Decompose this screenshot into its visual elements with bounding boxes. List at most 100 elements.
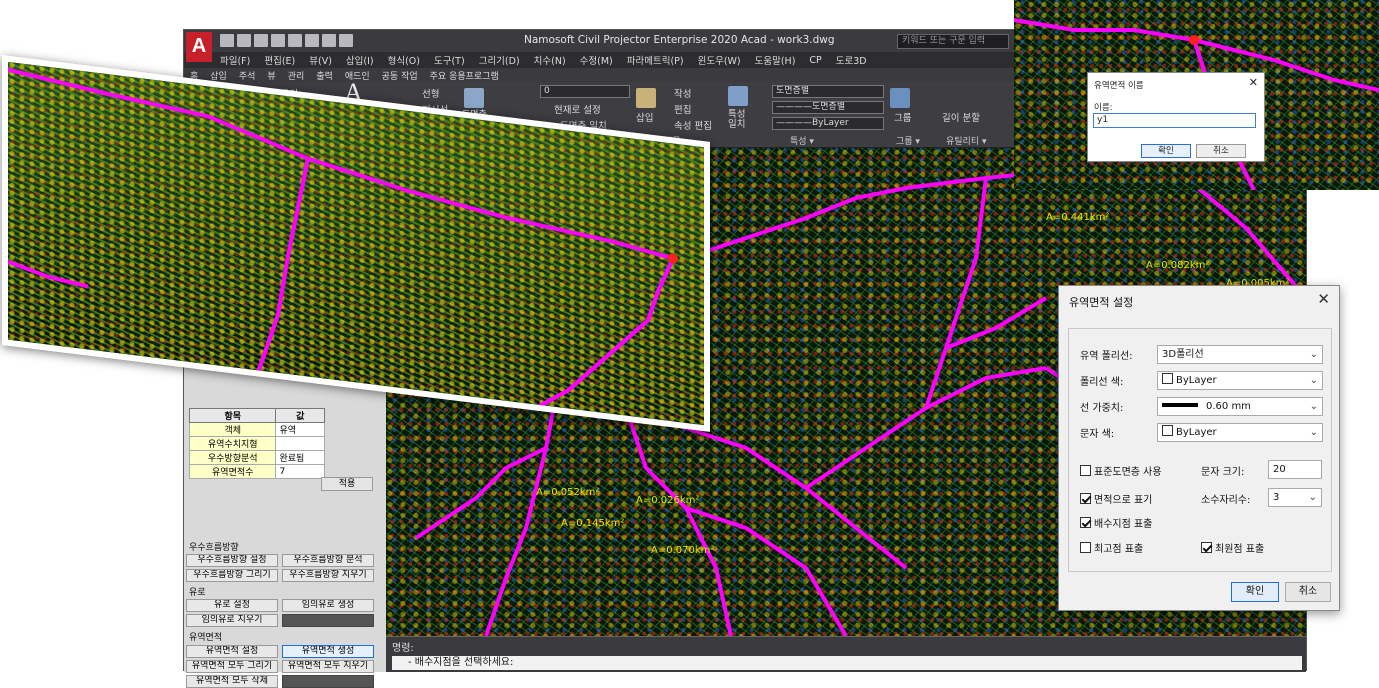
line-tool[interactable]: 선형	[422, 86, 439, 100]
menu-item[interactable]: 형식(O)	[388, 53, 420, 67]
close-icon[interactable]: ✕	[1249, 76, 1258, 89]
property-value[interactable]	[275, 436, 325, 451]
group-icon[interactable]	[890, 88, 910, 108]
ribbon-tab[interactable]: 뷰	[267, 69, 275, 82]
properties-table: 항목 값 객체 유역 유역수치지형 우수방향분석 완료됨 유역면적수 7	[188, 408, 325, 479]
create-block-button[interactable]: 작성	[674, 86, 691, 100]
name-input[interactable]: y1	[1093, 113, 1256, 128]
use-std-layer-checkbox[interactable]: 표준도면층 사용	[1080, 463, 1162, 478]
close-icon[interactable]: ✕	[374, 642, 382, 653]
redo-icon[interactable]	[339, 34, 353, 47]
ribbon-tab[interactable]: 관리	[288, 69, 305, 82]
polyline-color-label: 폴리선 색:	[1080, 377, 1124, 388]
command-input[interactable]: - 배수지점을 선택하세요:	[392, 656, 1302, 670]
new-icon[interactable]	[220, 34, 234, 47]
select-value: ByLayer	[1176, 427, 1217, 438]
show-drain-checkbox[interactable]: 배수지점 표출	[1080, 515, 1152, 530]
app-menu-button[interactable]: A	[186, 32, 212, 62]
area-label: A=0.052km²	[536, 487, 599, 498]
ribbon-tab[interactable]: 삽입	[210, 69, 227, 82]
palette-button[interactable]: 유로 설정	[186, 599, 278, 612]
lineweight-select[interactable]: 0.60 mm ⌄	[1157, 397, 1323, 416]
table-row: 유역면적수 7	[188, 464, 325, 479]
menu-item[interactable]: 삽입(I)	[346, 53, 374, 67]
apply-button[interactable]: 적용	[321, 477, 373, 491]
menu-item[interactable]: CP	[809, 55, 821, 66]
match-properties-icon[interactable]	[728, 86, 748, 106]
layer-properties-icon[interactable]	[464, 88, 484, 108]
color-swatch-icon	[1162, 373, 1173, 384]
group-button[interactable]: 그룹	[894, 110, 911, 124]
close-icon[interactable]: ✕	[1317, 290, 1330, 308]
cancel-button[interactable]: 취소	[1285, 582, 1331, 602]
palette-button[interactable]: 유역면적 모두 그리기	[186, 660, 278, 673]
menu-item[interactable]: 뷰(V)	[309, 53, 332, 67]
polyline-color-select[interactable]: ByLayer ⌄	[1157, 371, 1323, 390]
ok-button[interactable]: 확인	[1231, 582, 1279, 602]
layer-dropdown[interactable]: 0	[540, 85, 630, 98]
menu-item[interactable]: 수정(M)	[580, 53, 613, 67]
save-as-icon[interactable]	[271, 34, 285, 47]
menu-item[interactable]: 파일(F)	[220, 53, 250, 67]
measure-button[interactable]: 길이 분할	[942, 110, 980, 124]
palette-button[interactable]: 우수흐름방향 지우기	[282, 569, 374, 582]
linetype-dropdown[interactable]: ————도면층별	[772, 101, 884, 114]
table-row: 유역수치지형	[188, 436, 325, 451]
lineweight-dropdown[interactable]: ————ByLayer	[772, 117, 884, 130]
ribbon-tab[interactable]: 주요 응용프로그램	[430, 69, 499, 82]
menu-item[interactable]: 파라메트릭(P)	[627, 53, 684, 67]
menu-item[interactable]: 도로3D	[836, 53, 867, 67]
show-high-checkbox[interactable]: 최고점 표출	[1080, 540, 1143, 555]
palette-button[interactable]: 유역면적 모두 삭제	[186, 675, 278, 688]
menu-item[interactable]: 그리기(D)	[479, 53, 520, 67]
text-color-select[interactable]: ByLayer ⌄	[1157, 423, 1323, 442]
palette-button[interactable]: 우수흐름방향 분석	[282, 554, 374, 567]
menu-item[interactable]: 치수(N)	[534, 53, 566, 67]
cancel-button[interactable]: 취소	[1196, 144, 1246, 158]
menu-item[interactable]: 편집(E)	[264, 53, 295, 67]
utility-group-label[interactable]: 유틸리티 ▾	[946, 134, 987, 147]
palette-button[interactable]: 유역면적 모두 지우기	[282, 660, 374, 673]
plot-icon[interactable]	[288, 34, 302, 47]
set-current-button[interactable]: 현재로 설정	[554, 102, 601, 116]
insert-icon[interactable]	[636, 88, 656, 108]
edit-block-button[interactable]: 편집	[674, 102, 691, 116]
polyline-type-select[interactable]: 3D폴리선 ⌄	[1157, 345, 1323, 364]
menu-item[interactable]: 윈도우(W)	[698, 53, 741, 67]
property-value[interactable]: 완료됨	[275, 450, 325, 465]
ribbon-tab[interactable]: 출력	[316, 69, 333, 82]
undo-icon[interactable]	[322, 34, 336, 47]
palette-button[interactable]: 유역면적 생성	[282, 645, 374, 658]
color-dropdown[interactable]: 도면층별	[772, 85, 884, 98]
show-area-checkbox[interactable]: 면적으로 표기	[1080, 491, 1152, 506]
palette-button[interactable]: 유역면적 설정	[186, 645, 278, 658]
insert-button[interactable]: 삽입	[636, 110, 653, 124]
empty-slot	[282, 614, 374, 627]
group-group-label[interactable]: 그룹 ▾	[896, 134, 920, 147]
text-size-input[interactable]: 20	[1268, 460, 1322, 479]
search-input[interactable]: 키워드 또는 구문 입력	[897, 34, 1009, 49]
show-low-checkbox[interactable]: 최원점 표출	[1201, 540, 1264, 555]
properties-group-label[interactable]: 특성 ▾	[790, 134, 814, 147]
attribute-edit-button[interactable]: 속성 편집	[674, 118, 712, 132]
area-label: A=0.070km²	[651, 545, 714, 556]
palette-button[interactable]: 임의유로 지우기	[186, 614, 278, 627]
match-properties-button[interactable]: 특성 일치	[728, 110, 750, 130]
menu-item[interactable]: 도움말(H)	[755, 53, 796, 67]
print-icon[interactable]	[305, 34, 319, 47]
save-icon[interactable]	[254, 34, 268, 47]
area-label: A=0.026km²	[636, 495, 699, 506]
select-value: 0.60 mm	[1206, 401, 1251, 412]
open-icon[interactable]	[237, 34, 251, 47]
property-value[interactable]: 7	[275, 464, 325, 479]
ribbon-tab[interactable]: 주석	[239, 69, 256, 82]
menu-item[interactable]: 도구(T)	[434, 53, 465, 67]
ribbon-tab[interactable]: 공동 작업	[382, 69, 418, 82]
property-value[interactable]: 유역	[275, 422, 325, 437]
palette-button[interactable]: 임의유로 생성	[282, 599, 374, 612]
ok-button[interactable]: 확인	[1141, 144, 1191, 158]
decimals-select[interactable]: 3 ⌄	[1268, 488, 1322, 507]
palette-button[interactable]: 우수흐름방향 설정	[186, 554, 278, 567]
checkbox-icon	[1080, 542, 1091, 553]
palette-button[interactable]: 우수흐름방향 그리기	[186, 569, 278, 582]
